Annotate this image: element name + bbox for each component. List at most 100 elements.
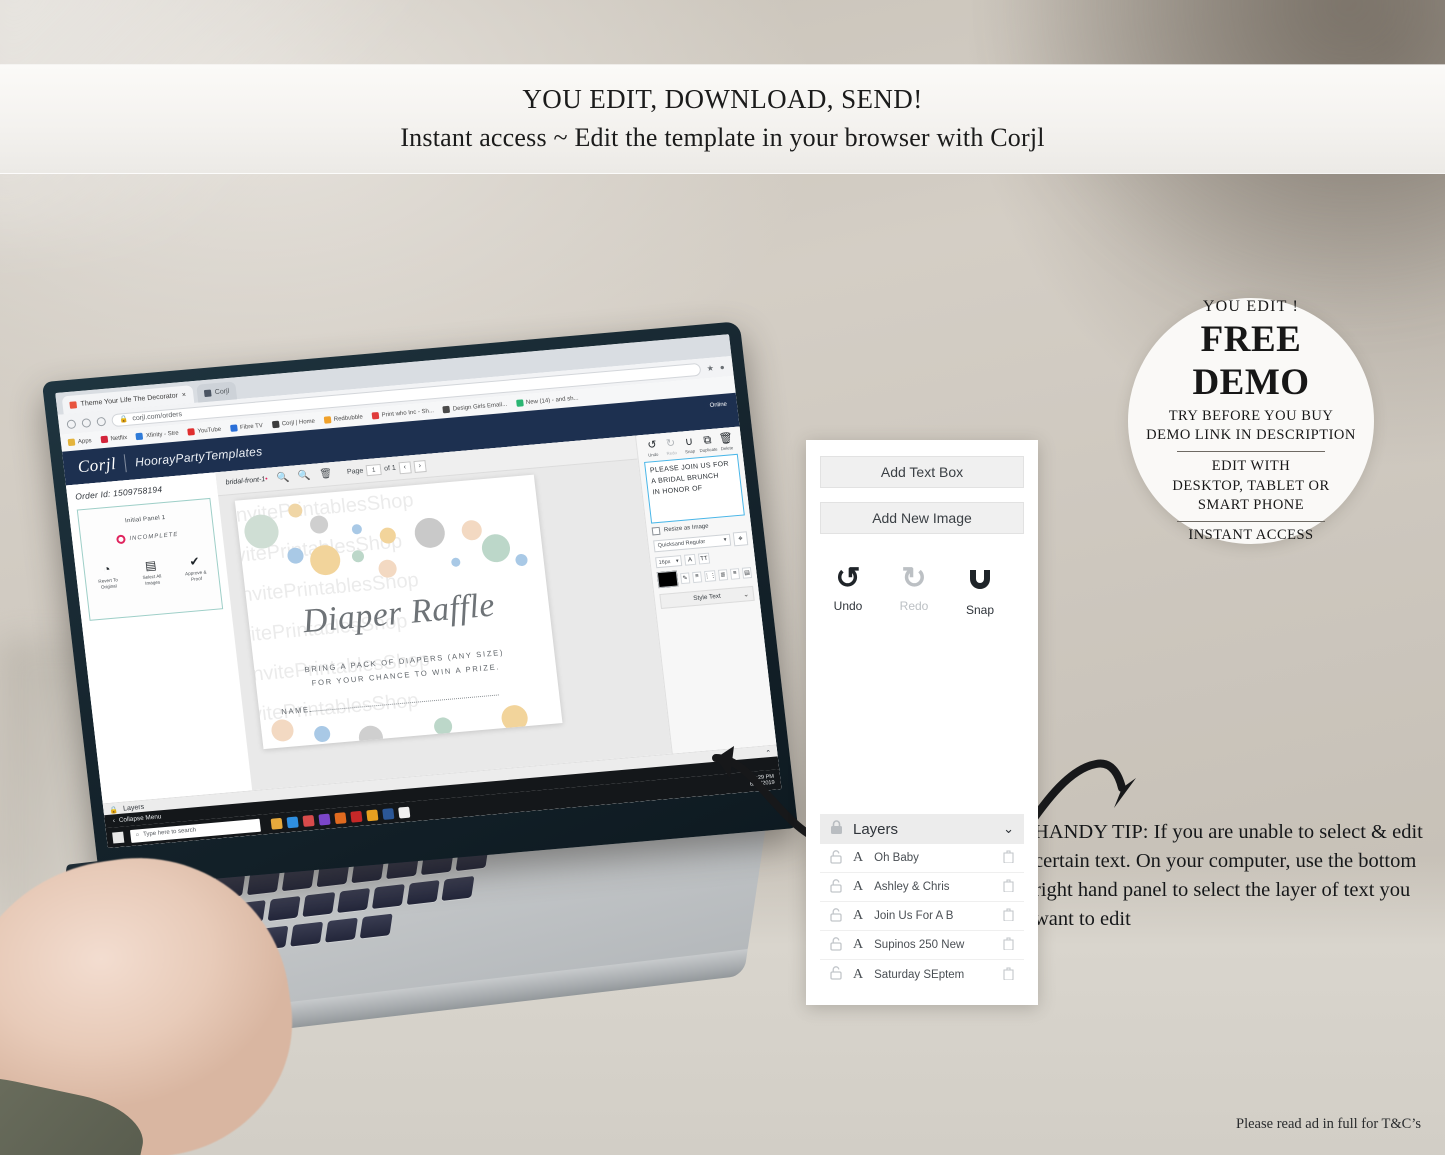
trash-icon[interactable]	[1003, 850, 1014, 866]
page-number-input[interactable]: 1	[365, 463, 382, 477]
back-icon[interactable]	[66, 418, 77, 429]
corjl-logo[interactable]: Corjl	[77, 454, 118, 477]
layer-row[interactable]: A Saturday SEptem	[820, 960, 1024, 989]
unlock-icon[interactable]	[830, 878, 842, 896]
trash-icon[interactable]	[1003, 879, 1014, 895]
layer-row[interactable]: A Oh Baby	[820, 844, 1024, 873]
select-images-action[interactable]: ▤ Select All Images	[135, 558, 168, 587]
confetti-dot	[514, 553, 529, 567]
lock-icon[interactable]	[830, 820, 843, 838]
chevron-down-icon[interactable]: ⌄	[1003, 821, 1014, 837]
snap-button[interactable]: Snap	[958, 564, 1002, 617]
app-icon-edge[interactable]	[286, 815, 299, 828]
align-left-icon[interactable]: ≣	[717, 568, 729, 581]
bookmark-item[interactable]: Fibre TV	[229, 422, 264, 432]
zoom-out-icon[interactable]: 🔍	[297, 470, 311, 482]
text-color-row[interactable]: ✎ ≡ ⋮⋮ ≣ ≡ ▤	[656, 564, 753, 589]
next-page-icon[interactable]: ›	[413, 459, 427, 473]
redo-button[interactable]: ↻ Redo	[661, 437, 681, 456]
layers-panel-header[interactable]: Layers ⌄	[820, 814, 1024, 844]
snap-label: Snap	[965, 603, 995, 617]
browser-tab-inactive[interactable]: Corjl	[195, 381, 238, 403]
add-text-box-button[interactable]: Add Text Box	[820, 456, 1024, 488]
bookmark-item[interactable]: New (14) - and sh...	[515, 394, 579, 407]
line-height-icon[interactable]: ≡	[691, 570, 703, 583]
color-swatch[interactable]	[656, 570, 679, 589]
zoom-in-icon[interactable]: 🔍	[276, 472, 290, 484]
layer-row[interactable]: A Join Us For A B	[820, 902, 1024, 931]
font-family-select[interactable]: Quicksand Regular ▾	[653, 533, 732, 553]
design-title[interactable]: Diaper Raffle	[247, 582, 550, 646]
trash-icon[interactable]	[1003, 908, 1014, 924]
bookmark-item[interactable]: Print who Inc - Sh...	[371, 407, 434, 420]
bookmark-item[interactable]: Redbubble	[323, 413, 363, 424]
align-center-icon[interactable]: ≡	[729, 567, 741, 580]
profile-icon[interactable]: ●	[719, 362, 725, 371]
brush-icon[interactable]: ✎	[679, 571, 691, 584]
text-transform-icon[interactable]: TT	[697, 552, 711, 565]
lock-icon: 🔒	[109, 806, 119, 815]
font-size-value: 16px	[658, 558, 671, 566]
approve-action[interactable]: ✔ Approve & Proof	[179, 554, 212, 583]
snap-button[interactable]: ∪ Snap	[680, 436, 700, 455]
prev-page-icon[interactable]: ‹	[398, 460, 412, 474]
bold-icon[interactable]: A	[683, 553, 697, 566]
layers-panel[interactable]: Layers ⌄ A Oh Baby A Ashley & Chris A Jo…	[820, 814, 1024, 989]
bookmark-item[interactable]: Xfinity - Stre	[135, 429, 179, 441]
font-size-select[interactable]: 16px ▾	[655, 555, 683, 569]
design-subtitle[interactable]: BRING A PACK OF DIAPERS (ANY SIZE) FOR Y…	[272, 643, 538, 695]
confetti-dot	[308, 543, 342, 577]
layer-row[interactable]: A Supinos 250 New	[820, 931, 1024, 960]
app-icon-explorer[interactable]	[270, 817, 283, 830]
letter-spacing-icon[interactable]: ⋮⋮	[704, 569, 716, 582]
bookmark-item[interactable]: Netflix	[100, 434, 128, 444]
page-controls[interactable]: Page 1 of 1 ‹ ›	[346, 459, 427, 479]
unlock-icon[interactable]	[830, 936, 842, 954]
design-artboard[interactable]: InvitePrintablesShop InvitePrintablesSho…	[234, 474, 563, 750]
app-icon-chrome[interactable]	[366, 808, 379, 821]
panel-tool-row[interactable]: ↺ Undo ↻ Redo Snap	[820, 548, 1024, 618]
delete-button[interactable]: 🗑 Delete	[716, 432, 736, 451]
style-text-accordion[interactable]: Style Text ⌄	[659, 585, 755, 609]
design-thumbnail-card[interactable]: Initial Panel 1 INCOMPLETE ◔ Revert To O…	[76, 497, 224, 621]
app-icon-player[interactable]	[334, 811, 347, 824]
reload-icon[interactable]	[96, 416, 107, 427]
corjl-canvas-area[interactable]: bridal-front-1• 🔍 🔍 🗑 Page 1 of 1 ‹ › In…	[215, 435, 672, 791]
undo-button[interactable]: ↺ Undo	[826, 564, 870, 617]
bookmark-item[interactable]: Design Girls Email...	[442, 401, 507, 414]
badge-devices-2: SMART PHONE	[1197, 496, 1305, 513]
duplicate-button[interactable]: ⧉ Duplicate	[698, 434, 718, 453]
undo-button[interactable]: ↺ Undo	[643, 439, 663, 458]
trash-svg	[1003, 908, 1014, 922]
eyedropper-icon[interactable]: ⌖	[732, 531, 749, 547]
app-icon-mail[interactable]	[302, 814, 315, 827]
revert-action[interactable]: ◔ Revert To Original	[91, 562, 124, 591]
editor-overlay-panel[interactable]: Add Text Box Add New Image ↺ Undo ↻ Redo…	[806, 440, 1038, 1005]
bookmark-item[interactable]: Apps	[67, 437, 92, 447]
app-icon-outlook[interactable]	[398, 806, 411, 819]
windows-start-icon[interactable]	[112, 831, 125, 844]
app-icon-office[interactable]	[382, 807, 395, 820]
unlock-icon[interactable]	[830, 966, 842, 983]
unlock-icon[interactable]	[830, 907, 842, 925]
app-icon-photos[interactable]	[318, 813, 331, 826]
trash-icon[interactable]: 🗑	[319, 468, 333, 480]
forward-icon[interactable]	[81, 417, 92, 428]
confetti-dot	[377, 558, 398, 579]
bookmark-item[interactable]: YouTube	[187, 426, 221, 436]
add-new-image-button[interactable]: Add New Image	[820, 502, 1024, 534]
bookmark-item[interactable]: Corjl | Home	[271, 418, 315, 429]
unlock-icon[interactable]	[830, 849, 842, 867]
text-edit-textarea[interactable]: PLEASE JOIN US FOR A BRIDAL BRUNCH IN HO…	[644, 453, 745, 524]
app-icon-acrobat[interactable]	[350, 810, 363, 823]
trash-icon[interactable]	[1003, 966, 1014, 983]
close-icon[interactable]: ×	[181, 391, 186, 398]
confetti-dot	[242, 513, 281, 550]
layer-row[interactable]: A Ashley & Chris	[820, 873, 1024, 902]
redo-button[interactable]: ↻ Redo	[892, 564, 936, 617]
layer-name: Supinos 250 New	[874, 939, 965, 951]
checkbox-icon[interactable]	[651, 526, 661, 536]
star-icon[interactable]: ★	[706, 363, 714, 373]
trash-icon[interactable]	[1003, 937, 1014, 953]
align-right-icon[interactable]: ▤	[741, 566, 753, 579]
